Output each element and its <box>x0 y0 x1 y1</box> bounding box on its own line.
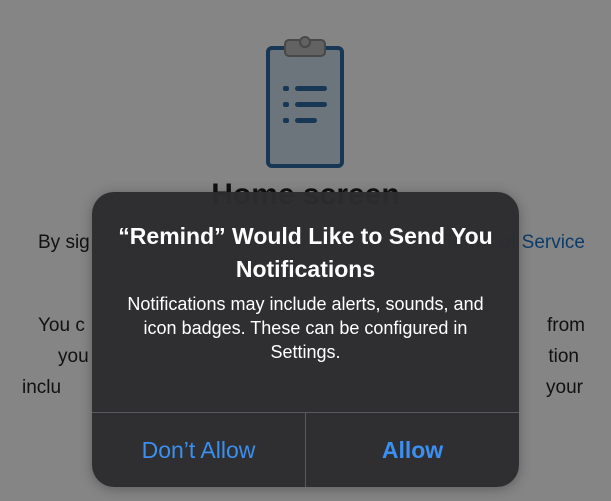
allow-button[interactable]: Allow <box>306 413 519 487</box>
dont-allow-button[interactable]: Don’t Allow <box>92 413 305 487</box>
alert-button-row: Don’t Allow Allow <box>92 412 519 487</box>
screen: Home screen By sig Terms of Service You … <box>0 0 611 501</box>
alert-title: “Remind” Would Like to Send You Notifica… <box>118 223 493 282</box>
alert-message: Notifications may include alerts, sounds… <box>127 294 484 362</box>
notification-permission-alert: “Remind” Would Like to Send You Notifica… <box>92 192 519 487</box>
